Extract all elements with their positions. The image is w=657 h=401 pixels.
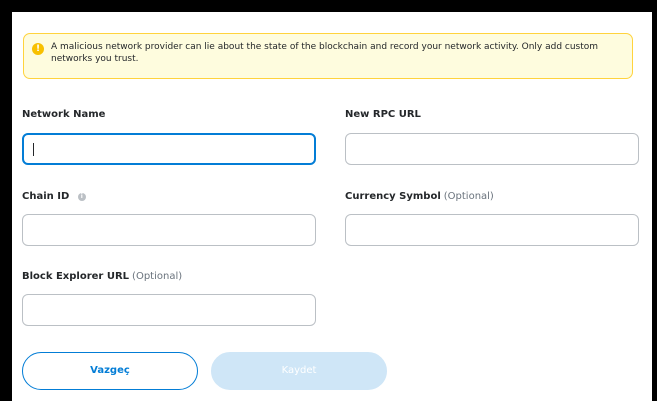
- rpc-url-label-text: New RPC URL: [345, 109, 421, 120]
- cancel-button[interactable]: Vazgeç: [22, 352, 198, 390]
- block-explorer-input[interactable]: [22, 294, 316, 326]
- network-name-label-text: Network Name: [22, 109, 106, 120]
- text-caret: [33, 143, 34, 156]
- rpc-url-input[interactable]: [345, 133, 639, 165]
- save-button[interactable]: Kaydet: [211, 352, 387, 390]
- block-explorer-label: Block Explorer URL (Optional): [22, 270, 182, 284]
- currency-symbol-input[interactable]: [345, 214, 639, 246]
- warning-icon: !: [32, 43, 44, 55]
- network-name-label: Network Name: [22, 108, 105, 122]
- currency-symbol-label-text: Currency Symbol: [345, 191, 441, 202]
- chain-id-label: Chain ID i: [22, 190, 86, 204]
- block-explorer-label-text: Block Explorer URL: [22, 271, 130, 282]
- optional-tag: (Optional): [132, 271, 183, 282]
- optional-tag: (Optional): [443, 191, 494, 202]
- add-network-form: ! A malicious network provider can lie a…: [12, 12, 652, 401]
- chain-id-label-text: Chain ID: [22, 191, 70, 202]
- warning-text: A malicious network provider can lie abo…: [51, 42, 599, 64]
- info-icon[interactable]: i: [77, 193, 86, 201]
- currency-symbol-label: Currency Symbol (Optional): [345, 190, 494, 204]
- network-name-input[interactable]: [22, 133, 316, 165]
- warning-banner: ! A malicious network provider can lie a…: [23, 33, 633, 79]
- rpc-url-label: New RPC URL: [345, 108, 421, 122]
- chain-id-input[interactable]: [22, 214, 316, 246]
